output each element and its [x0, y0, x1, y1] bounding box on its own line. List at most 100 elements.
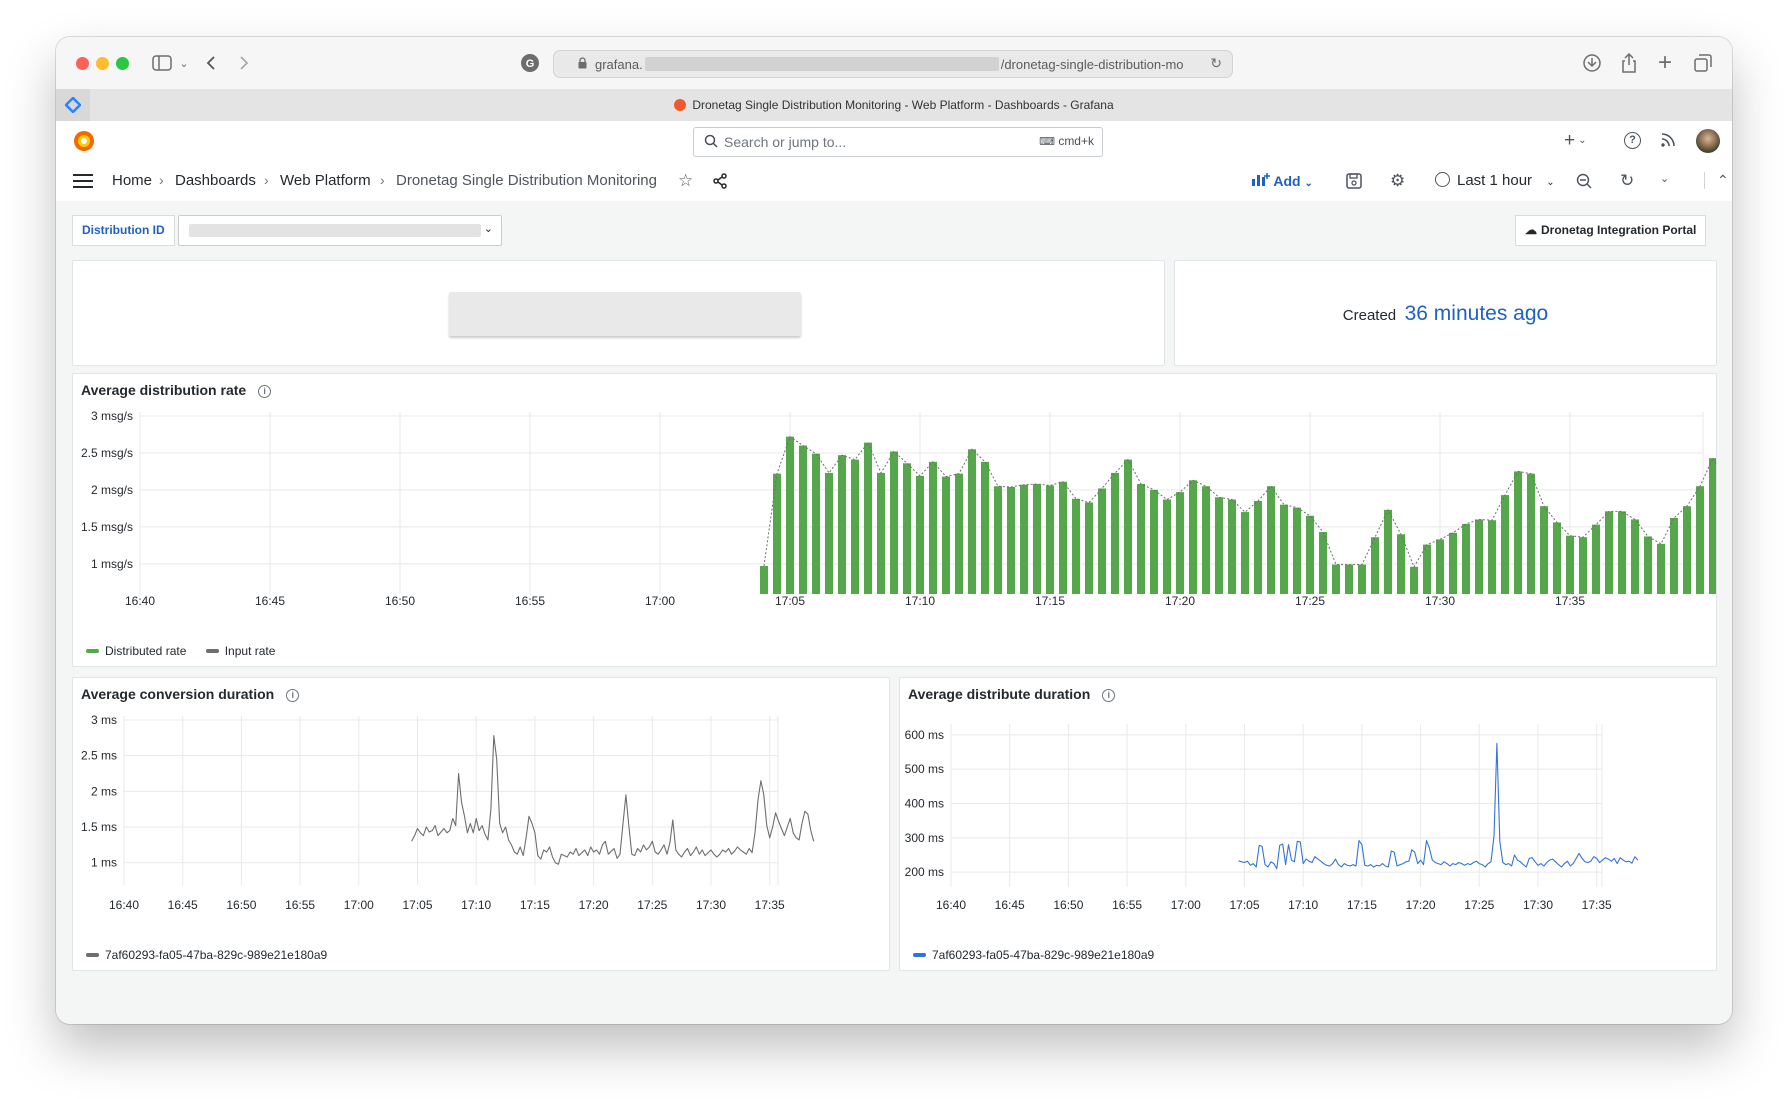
- bar: [993, 486, 1003, 594]
- x-tick-label: 16:55: [515, 594, 545, 608]
- bar: [837, 455, 847, 594]
- share-icon[interactable]: [1617, 51, 1641, 75]
- breadcrumb-dashboards[interactable]: Dashboards: [175, 172, 256, 189]
- new-tab-icon[interactable]: +: [1653, 49, 1677, 76]
- bar: [759, 566, 769, 594]
- bar: [811, 453, 821, 594]
- x-tick-label: 17:10: [905, 594, 935, 608]
- grafana-logo-icon[interactable]: [72, 129, 96, 158]
- share-link-icon[interactable]: [712, 173, 728, 194]
- zoom-window-button[interactable]: [116, 57, 129, 70]
- conv-legend: 7af60293-fa05-47ba-829c-989e21e180a9: [86, 948, 327, 962]
- distribution-id-select[interactable]: ⌄: [178, 215, 502, 246]
- lock-icon: [578, 56, 587, 72]
- bar: [1682, 506, 1692, 594]
- address-bar[interactable]: grafana. /dronetag-single-distribution-m…: [553, 50, 1233, 78]
- legend-swatch: [913, 953, 926, 957]
- dist-legend: 7af60293-fa05-47ba-829c-989e21e180a9: [913, 948, 1154, 962]
- back-icon[interactable]: [199, 51, 223, 75]
- legend-item-series[interactable]: 7af60293-fa05-47ba-829c-989e21e180a9: [86, 948, 327, 962]
- bar: [1110, 472, 1120, 594]
- x-tick-label: 17:05: [775, 594, 805, 608]
- news-feed-icon[interactable]: [1660, 132, 1676, 153]
- refresh-icon[interactable]: ↻: [1620, 171, 1634, 191]
- bar: [824, 472, 834, 594]
- conversion-duration-panel: Average conversion duration i 3 ms 2.5 ms 2…: [72, 677, 890, 971]
- bar: [1526, 473, 1536, 594]
- user-avatar[interactable]: [1696, 129, 1720, 153]
- legend-item-input[interactable]: Input rate: [205, 644, 276, 658]
- url-suffix: /dronetag-single-distribution-mo: [1000, 56, 1184, 72]
- bar: [1084, 502, 1094, 594]
- legend-item-series[interactable]: 7af60293-fa05-47ba-829c-989e21e180a9: [913, 948, 1154, 962]
- breadcrumb-folder[interactable]: Web Platform: [280, 172, 371, 189]
- settings-gear-icon[interactable]: ⚙: [1390, 171, 1405, 191]
- x-tick-label: 17:20: [579, 898, 609, 912]
- legend-label: Input rate: [224, 644, 276, 658]
- conversion-duration-chart: 3 ms 2.5 ms 2 ms 1.5 ms 1 ms 16:40 16:45 16:50 1…: [81, 713, 815, 912]
- tab-title: Dronetag Single Distribution Monitoring …: [692, 98, 1114, 112]
- close-window-button[interactable]: [76, 57, 89, 70]
- x-tick-label: 16:50: [385, 594, 415, 608]
- chevron-down-icon: ⌄: [1578, 135, 1587, 146]
- bar: [1552, 522, 1562, 594]
- bar: [798, 445, 808, 594]
- grafana-topbar: Search or jump to... ⌨ cmd+k + ⌄ ?: [56, 121, 1732, 162]
- tab-overview-icon[interactable]: [1691, 51, 1715, 75]
- downloads-icon[interactable]: [1580, 51, 1604, 75]
- x-tick-label: 17:30: [1523, 898, 1553, 912]
- search-input[interactable]: Search or jump to... ⌨ cmd+k: [693, 127, 1103, 157]
- bar: [772, 473, 782, 594]
- bar: [1357, 564, 1367, 594]
- refresh-interval-chevron-icon[interactable]: ⌄: [1660, 172, 1669, 185]
- help-icon[interactable]: ?: [1624, 132, 1641, 149]
- bar: [863, 442, 873, 594]
- minimize-window-button[interactable]: [96, 57, 109, 70]
- y-tick-label: 2 ms: [91, 784, 117, 798]
- legend-item-distributed[interactable]: Distributed rate: [86, 644, 186, 658]
- x-tick-label: 17:00: [344, 898, 374, 912]
- zoom-out-icon[interactable]: [1576, 173, 1592, 194]
- distribute-duration-chart: 600 ms 500 ms 400 ms 300 ms 200 ms 16:40 16:45…: [905, 724, 1639, 912]
- bar: [1032, 484, 1042, 594]
- active-tab[interactable]: Dronetag Single Distribution Monitoring …: [56, 98, 1732, 112]
- y-tick-label: 2.5 msg/s: [81, 446, 133, 460]
- tab-bar: Dronetag Single Distribution Monitoring …: [56, 89, 1732, 122]
- menu-icon[interactable]: [73, 174, 93, 193]
- bar: [967, 449, 977, 594]
- bar: [1695, 486, 1705, 594]
- sidebar-toggle-icon[interactable]: [150, 51, 174, 75]
- new-menu-button[interactable]: + ⌄: [1564, 130, 1587, 152]
- x-tick-label: 17:00: [645, 594, 675, 608]
- x-tick-label: 16:45: [995, 898, 1025, 912]
- collapse-chevron-up-icon[interactable]: ⌃: [1704, 172, 1729, 189]
- bar: [876, 472, 886, 594]
- star-icon[interactable]: ☆: [678, 171, 693, 191]
- add-button[interactable]: Add ⌄: [1252, 172, 1313, 189]
- x-tick-label: 17:35: [1582, 898, 1612, 912]
- bar: [1214, 497, 1224, 594]
- save-icon[interactable]: [1346, 173, 1362, 194]
- x-tick-label: 17:05: [1229, 898, 1259, 912]
- browser-window: ⌄ G grafana. /dronetag-single-distributi…: [56, 37, 1732, 1024]
- reload-icon[interactable]: ↻: [1210, 55, 1222, 72]
- integration-portal-link[interactable]: ☁ Dronetag Integration Portal: [1515, 215, 1707, 246]
- breadcrumb-home[interactable]: Home: [112, 172, 152, 189]
- bar: [980, 461, 990, 594]
- y-tick-label: 200 ms: [905, 865, 944, 879]
- y-tick-label: 1 msg/s: [91, 557, 133, 571]
- bar: [1019, 484, 1029, 594]
- legend-swatch: [205, 649, 219, 653]
- time-range-picker[interactable]: Last 1 hour ⌄: [1435, 172, 1555, 189]
- bar: [889, 451, 899, 594]
- distribution-rate-chart: 3 msg/s 2.5 msg/s 2 msg/s 1.5 msg/s 1 msg/s 1…: [81, 409, 1716, 608]
- forward-icon[interactable]: [232, 51, 256, 75]
- bar: [1565, 535, 1575, 594]
- search-placeholder: Search or jump to...: [724, 134, 847, 150]
- created-stat-panel: Created 36 minutes ago: [1174, 260, 1717, 366]
- site-favicon-icon: G: [518, 51, 542, 75]
- bar: [915, 475, 925, 594]
- dashboard-nav: Home › Dashboards › Web Platform › Drone…: [56, 161, 1732, 202]
- clock-icon: [1435, 172, 1450, 187]
- chevron-down-icon[interactable]: ⌄: [172, 51, 196, 75]
